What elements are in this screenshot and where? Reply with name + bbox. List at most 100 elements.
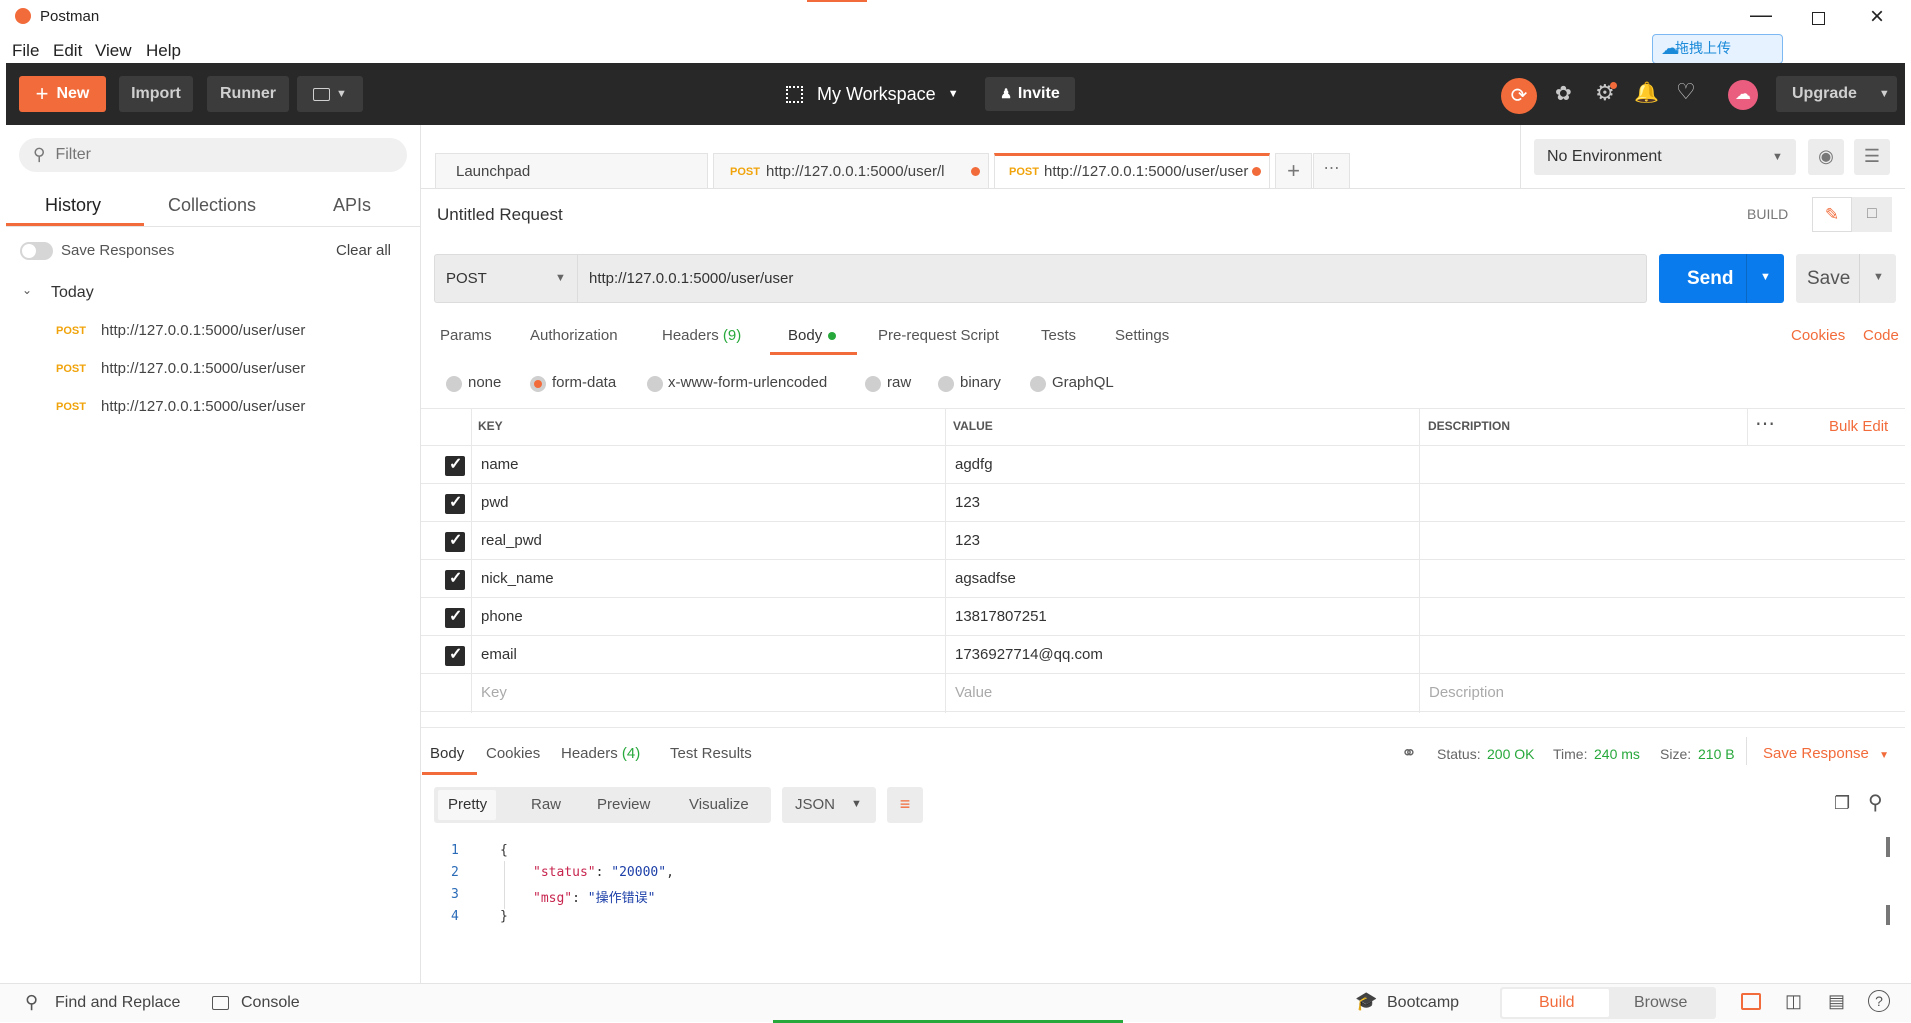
filter-box[interactable]: ⚲ xyxy=(19,138,407,172)
checkbox-checked-icon[interactable]: ✓ xyxy=(445,532,465,552)
response-scrollbar-lower[interactable] xyxy=(1886,905,1890,925)
view-mode-visualize[interactable]: Visualize xyxy=(689,796,749,813)
request-name[interactable]: Untitled Request xyxy=(437,205,563,225)
chevron-down-icon[interactable]: ⌄ xyxy=(22,283,32,297)
heart-icon[interactable]: ♡ xyxy=(1676,79,1696,105)
comments-mode-button[interactable]: □ xyxy=(1852,197,1892,232)
more-options-icon[interactable]: ⋯ xyxy=(1755,411,1775,436)
clear-all-button[interactable]: Clear all xyxy=(336,242,391,259)
save-button[interactable]: Save ▼ xyxy=(1796,254,1896,303)
row-key[interactable]: real_pwd xyxy=(481,532,542,549)
checkbox-checked-icon[interactable]: ✓ xyxy=(445,608,465,628)
import-button[interactable]: Import xyxy=(119,76,193,112)
value-placeholder[interactable]: Value xyxy=(955,684,992,701)
help-icon[interactable]: ? xyxy=(1868,990,1890,1012)
find-replace-button[interactable]: Find and Replace xyxy=(55,994,180,1012)
upload-badge[interactable]: ☁ 拖拽上传 xyxy=(1652,34,1783,64)
row-key[interactable]: name xyxy=(481,456,519,473)
chevron-down-icon[interactable]: ▼ xyxy=(1873,271,1884,283)
search-icon[interactable]: ⚲ xyxy=(1868,790,1883,815)
history-item[interactable]: POST http://127.0.0.1:5000/user/user xyxy=(6,387,421,425)
table-row[interactable]: ✓ nick_name agsadfse xyxy=(421,560,1905,598)
globe-icon[interactable]: ⚭ xyxy=(1401,742,1417,765)
avatar[interactable]: ☁ xyxy=(1728,80,1758,110)
maximize-button[interactable] xyxy=(1812,12,1825,25)
checkbox-checked-icon[interactable]: ✓ xyxy=(445,456,465,476)
trash-icon[interactable]: ▤ xyxy=(1828,991,1845,1012)
view-mode-raw[interactable]: Raw xyxy=(531,796,561,813)
new-button[interactable]: + New xyxy=(19,76,106,112)
history-item[interactable]: POST http://127.0.0.1:5000/user/user xyxy=(6,311,421,349)
format-select[interactable]: JSON ▼ xyxy=(782,787,876,823)
response-scrollbar[interactable] xyxy=(1886,837,1890,857)
tab-headers[interactable]: Headers (9) xyxy=(662,327,741,344)
tab-params[interactable]: Params xyxy=(440,327,492,344)
send-button[interactable]: Send ▼ xyxy=(1659,254,1784,303)
row-key[interactable]: pwd xyxy=(481,494,509,511)
tab-collections[interactable]: Collections xyxy=(168,195,256,216)
bootcamp-button[interactable]: Bootcamp xyxy=(1387,994,1459,1012)
tab-settings[interactable]: Settings xyxy=(1115,327,1169,344)
menu-view[interactable]: View xyxy=(95,41,132,61)
tab-prerequest[interactable]: Pre-request Script xyxy=(878,327,999,344)
code-link[interactable]: Code xyxy=(1863,327,1899,344)
response-tab-body[interactable]: Body xyxy=(430,745,464,762)
menu-file[interactable]: File xyxy=(12,41,39,61)
cookies-link[interactable]: Cookies xyxy=(1791,327,1845,344)
checkbox-checked-icon[interactable]: ✓ xyxy=(445,494,465,514)
row-value[interactable]: agdfg xyxy=(955,456,993,473)
tab-launchpad[interactable]: Launchpad xyxy=(435,153,708,189)
checkbox-checked-icon[interactable]: ✓ xyxy=(445,646,465,666)
copy-icon[interactable]: ❐ xyxy=(1834,793,1850,814)
view-mode-preview[interactable]: Preview xyxy=(597,796,650,813)
browse-mode-button[interactable]: Browse xyxy=(1634,994,1687,1012)
tab-history[interactable]: History xyxy=(45,195,101,216)
key-placeholder[interactable]: Key xyxy=(481,684,507,701)
checkbox-checked-icon[interactable]: ✓ xyxy=(445,570,465,590)
eye-button[interactable]: ◉ xyxy=(1808,139,1844,175)
tab-request-2-active[interactable]: POST http://127.0.0.1:5000/user/user xyxy=(994,153,1270,189)
workspace-switcher[interactable]: My Workspace ▼ xyxy=(786,78,959,110)
table-row[interactable]: ✓ phone 13817807251 xyxy=(421,598,1905,636)
row-key[interactable]: nick_name xyxy=(481,570,554,587)
response-code-area[interactable]: 1 { 2 "status": "20000", 3 "msg": "操作错误"… xyxy=(421,843,1881,943)
environment-select[interactable]: No Environment ▼ xyxy=(1534,139,1796,175)
invite-button[interactable]: ♟ Invite xyxy=(985,77,1075,111)
table-row[interactable]: ✓ email 1736927714@qq.com xyxy=(421,636,1905,674)
url-input[interactable]: http://127.0.0.1:5000/user/user xyxy=(578,254,1647,303)
history-item[interactable]: POST http://127.0.0.1:5000/user/user xyxy=(6,349,421,387)
tab-request-1[interactable]: POST http://127.0.0.1:5000/user/l xyxy=(713,153,989,189)
row-value[interactable]: 13817807251 xyxy=(955,608,1047,625)
method-select[interactable]: POST ▼ xyxy=(434,254,578,303)
response-tab-headers[interactable]: Headers (4) xyxy=(561,745,640,762)
tab-authorization[interactable]: Authorization xyxy=(530,327,618,344)
satellite-icon[interactable]: ✿ xyxy=(1555,81,1572,106)
save-responses-toggle[interactable] xyxy=(20,242,53,260)
row-value[interactable]: 1736927714@qq.com xyxy=(955,646,1103,663)
tab-tests[interactable]: Tests xyxy=(1041,327,1076,344)
row-value[interactable]: 123 xyxy=(955,494,980,511)
edit-mode-button[interactable]: ✎ xyxy=(1812,197,1852,232)
wrap-lines-button[interactable]: ≡ xyxy=(887,787,923,823)
response-tab-cookies[interactable]: Cookies xyxy=(486,745,540,762)
filter-input[interactable] xyxy=(55,146,356,164)
new-window-button[interactable]: ▼ xyxy=(297,76,363,112)
history-group-today[interactable]: Today xyxy=(51,284,94,302)
runner-button[interactable]: Runner xyxy=(207,76,289,112)
two-pane-view-icon[interactable] xyxy=(1741,993,1761,1010)
row-value[interactable]: 123 xyxy=(955,532,980,549)
view-mode-pretty[interactable]: Pretty xyxy=(438,790,496,820)
upgrade-button[interactable]: Upgrade ▼ xyxy=(1776,76,1897,112)
response-tab-test-results[interactable]: Test Results xyxy=(670,745,752,762)
close-button[interactable]: × xyxy=(1870,3,1884,31)
table-row[interactable]: ✓ name agdfg xyxy=(421,446,1905,484)
description-placeholder[interactable]: Description xyxy=(1429,684,1504,701)
console-button[interactable]: Console xyxy=(241,994,300,1012)
menu-help[interactable]: Help xyxy=(146,41,181,61)
build-mode-button[interactable]: Build xyxy=(1502,989,1609,1017)
tab-apis[interactable]: APIs xyxy=(333,195,371,216)
table-row[interactable]: ✓ real_pwd 123 xyxy=(421,522,1905,560)
bell-icon[interactable]: 🔔 xyxy=(1634,80,1659,105)
env-settings-button[interactable]: ☰ xyxy=(1854,139,1890,175)
tab-body[interactable]: Body xyxy=(788,327,837,344)
